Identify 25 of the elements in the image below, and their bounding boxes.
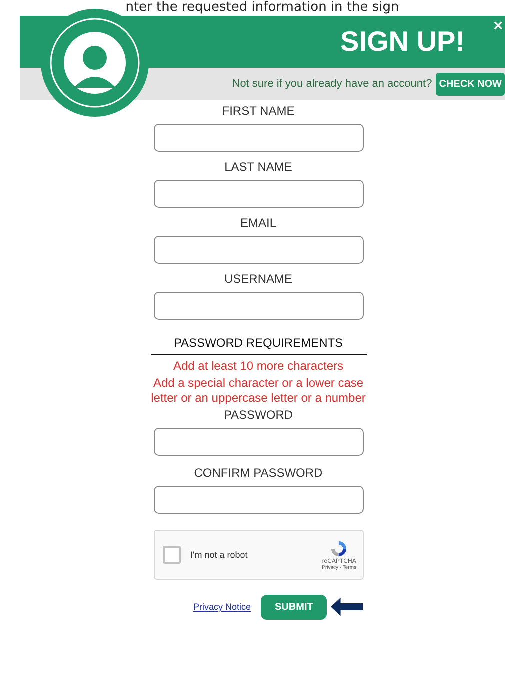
close-button[interactable]: × xyxy=(492,18,505,36)
captcha-checkbox[interactable] xyxy=(162,546,180,564)
input-field[interactable] xyxy=(154,292,364,320)
check-now-button[interactable]: CHECK NOW xyxy=(436,72,505,96)
input-field[interactable] xyxy=(154,180,364,208)
signup-title: SIGN UP! xyxy=(340,26,465,58)
field-label: USERNAME xyxy=(224,272,292,286)
field-label: LAST NAME xyxy=(224,160,292,174)
field-label: FIRST NAME xyxy=(222,104,295,118)
captcha-label: I'm not a robot xyxy=(190,550,249,560)
requirements-heading: PASSWORD REQUIREMENTS xyxy=(150,328,366,355)
password-field[interactable] xyxy=(154,486,364,514)
password-field[interactable] xyxy=(154,428,364,456)
caption-text: nter the requested information in the sign xyxy=(124,0,400,16)
requirement-message: Add a special character or a lower case letter or an uppercase letter or a number xyxy=(150,376,367,406)
field-label: PASSWORD xyxy=(224,408,294,422)
field-label: EMAIL xyxy=(240,216,276,230)
account-prompt: Not sure if you already have an account? xyxy=(232,78,432,90)
submit-button[interactable]: SUBMIT xyxy=(261,594,328,620)
input-field[interactable] xyxy=(154,236,364,264)
field-label: CONFIRM PASSWORD xyxy=(194,466,323,480)
captcha-logo-icon xyxy=(329,539,350,559)
privacy-notice-link[interactable]: Privacy Notice xyxy=(194,602,252,612)
requirement-message: Add at least 10 more characters xyxy=(172,359,345,374)
input-field[interactable] xyxy=(154,124,364,152)
